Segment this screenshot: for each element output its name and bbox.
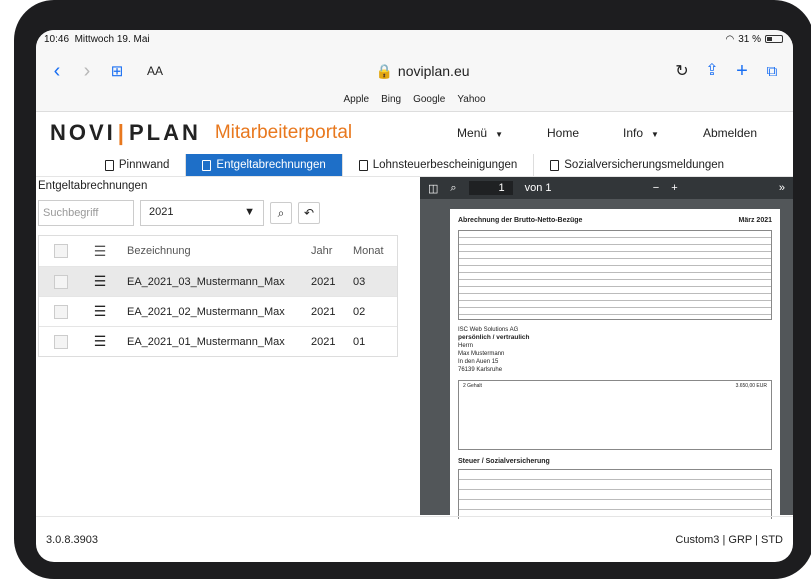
table-row[interactable]: ☰ EA_2021_03_Mustermann_Max 2021 03 [39,266,397,296]
browser-toolbar: ‹ › ⊞ AA 🔒 noviplan.eu ↻ ⇪ + ⧉ [36,48,793,94]
zoom-out-icon[interactable]: − [653,182,659,194]
nav-tabs: Pinnwand Entgeltabrechnungen Lohnsteuerb… [36,154,793,176]
fav-apple[interactable]: Apple [343,94,369,111]
table-row[interactable]: ☰ EA_2021_01_Mustermann_Max 2021 01 [39,326,397,356]
tab-lohnsteuerbescheinigungen[interactable]: Lohnsteuerbescheinigungen [343,154,535,176]
zoom-in-icon[interactable]: + [671,182,677,194]
top-menu: Menü ▼ Home Info ▼ Abmelden [435,126,779,140]
tabs-icon[interactable]: ⧉ [757,64,787,79]
reset-button[interactable]: ↶ [298,202,320,224]
reload-icon[interactable]: ↻ [667,61,697,81]
footer-info: Custom3 | GRP | STD [675,533,783,546]
search-icon[interactable]: ⌕ [450,182,456,195]
tab-pinnwand[interactable]: Pinnwand [89,154,187,176]
pdf-page: Abrechnung der Brutto-Netto-Bezüge März 2… [450,209,780,519]
document-icon [550,159,560,171]
menu-dropdown[interactable]: Menü ▼ [435,126,525,140]
wifi-icon: ◠ [725,33,735,45]
pay-lines: 2 Gehalt 3.650,00 EUR [458,380,772,450]
row-checkbox[interactable] [54,304,68,319]
portal-title: Mitarbeiterportal [214,122,353,143]
time: 10:46 [44,33,70,45]
fav-google[interactable]: Google [413,94,445,111]
lock-icon: 🔒 [375,62,393,79]
footer: 3.0.8.3903 Custom3 | GRP | STD [36,516,793,562]
chevron-down-icon: ▼ [651,130,659,139]
document-icon [358,159,368,171]
favorites-bar: Apple Bing Google Yahoo [36,94,793,112]
row-checkbox[interactable] [54,334,68,349]
more-tools-icon[interactable]: » [779,182,785,194]
year-select[interactable]: 2021 ▼ [140,200,264,226]
share-icon[interactable]: ⇪ [697,63,727,79]
noviplan-logo[interactable]: NOVI|PLAN [50,120,201,146]
document-list-pane: Entgeltabrechnungen Suchbegriff 2021 ▼ ⌕ … [36,177,402,515]
info-dropdown[interactable]: Info ▼ [601,126,681,140]
fav-yahoo[interactable]: Yahoo [457,94,485,111]
row-menu-icon[interactable]: ☰ [83,333,117,350]
url-bar[interactable]: 🔒 noviplan.eu [178,63,667,80]
logout-link[interactable]: Abmelden [681,126,779,140]
pdf-toolbar: ◫ ⌕ 1 von 1 − + » [420,177,793,199]
sidebar-toggle-icon[interactable]: ◫ [428,182,438,195]
table-row[interactable]: ☰ EA_2021_02_Mustermann_Max 2021 02 [39,296,397,326]
row-checkbox[interactable] [54,274,68,289]
steuer-title: Steuer / Sozialversicherung [458,458,550,465]
menu-icon[interactable]: ☰ [83,243,117,260]
url-text: noviplan.eu [397,63,470,79]
tax-table [458,469,772,519]
version: 3.0.8.3903 [46,533,98,546]
list-title: Entgeltabrechnungen [38,180,148,192]
col-name[interactable]: Bezeichnung [117,245,311,257]
row-menu-icon[interactable]: ☰ [83,273,117,290]
col-month[interactable]: Monat [353,245,397,257]
home-link[interactable]: Home [525,126,601,140]
reader-aa-button[interactable]: AA [132,64,178,78]
bookmarks-icon[interactable]: ⊞ [102,64,132,79]
caret-down-icon: ▼ [244,206,255,218]
pdf-viewer: ◫ ⌕ 1 von 1 − + » Abrechnung der Brutto-… [420,177,793,519]
battery-icon [765,35,783,43]
doc-date: März 2021 [738,217,772,224]
forward-icon[interactable]: › [72,61,102,81]
document-icon [104,159,114,171]
battery-percent: 31 % [738,33,761,45]
table-header: ☰ Bezeichnung Jahr Monat [39,236,397,266]
new-tab-icon[interactable]: + [727,61,757,81]
col-year[interactable]: Jahr [311,245,353,257]
select-all-checkbox[interactable] [54,244,68,258]
search-button[interactable]: ⌕ [270,202,292,224]
filter-bar: Suchbegriff 2021 ▼ ⌕ ↶ [36,195,402,231]
content-area: Entgeltabrechnungen Suchbegriff 2021 ▼ ⌕ … [36,176,793,519]
fav-bing[interactable]: Bing [381,94,401,111]
document-table: ☰ Bezeichnung Jahr Monat ☰ EA_2021_03_Mu… [38,235,398,357]
tab-sozialversicherungsmeldungen[interactable]: Sozialversicherungsmeldungen [534,154,740,176]
row-menu-icon[interactable]: ☰ [83,303,117,320]
address-block: ISC Web Solutions AG persönlich / vertra… [458,327,530,373]
doc-title: Abrechnung der Brutto-Netto-Bezüge [458,217,583,224]
chevron-down-icon: ▼ [495,130,503,139]
app-header: NOVI|PLAN Mitarbeiterportal Menü ▼ Home I… [36,112,793,154]
back-icon[interactable]: ‹ [42,61,72,81]
page-count: von 1 [524,182,552,194]
date: Mittwoch 19. Mai [74,33,150,45]
document-icon [202,159,212,171]
search-input[interactable]: Suchbegriff [38,200,134,226]
status-bar: 10:46 Mittwoch 19. Mai ◠ 31 % [36,30,793,48]
tab-entgeltabrechnungen[interactable]: Entgeltabrechnungen [186,154,343,176]
screen: 10:46 Mittwoch 19. Mai ◠ 31 % ‹ › ⊞ AA 🔒 n… [36,30,793,562]
header-table [458,230,772,320]
page-number-input[interactable]: 1 [468,181,513,195]
